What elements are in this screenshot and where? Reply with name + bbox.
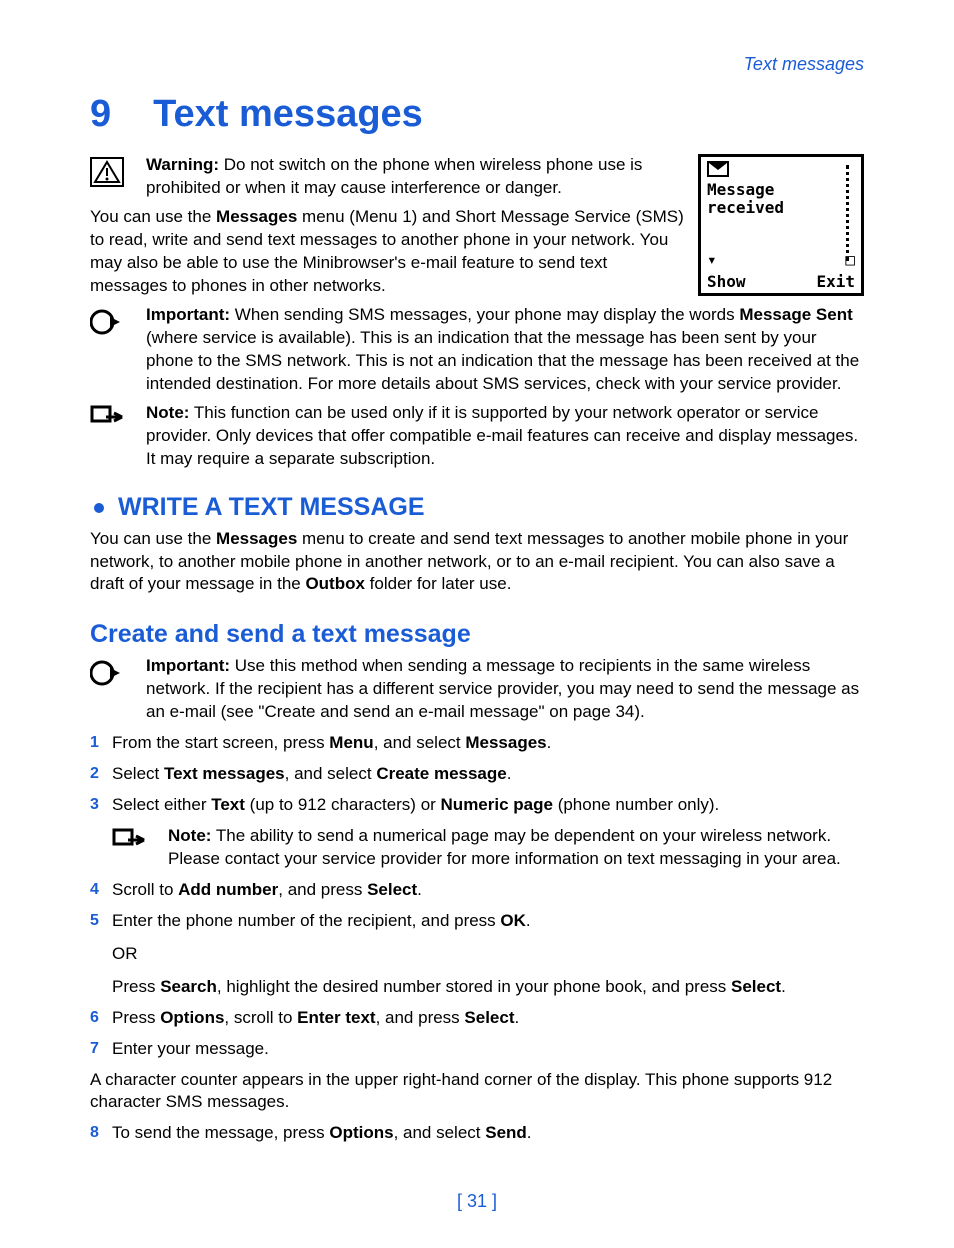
write-intro: You can use the Messages menu to create … <box>90 528 864 597</box>
phone-msg-line2: received <box>707 199 855 217</box>
softkey-left: Show <box>707 272 746 291</box>
note-label: Note: <box>146 403 189 422</box>
step-4: 4 Scroll to Add number, and press Select… <box>90 879 864 902</box>
note-paragraph-1: Note: This function can be used only if … <box>146 402 864 471</box>
important-paragraph-2: Important: Use this method when sending … <box>146 655 864 724</box>
step-8: 8 To send the message, press Options, an… <box>90 1122 864 1145</box>
step-5: 5 Enter the phone number of the recipien… <box>90 910 864 999</box>
note-icon <box>90 402 146 431</box>
note-label: Note: <box>168 826 211 845</box>
warning-icon <box>90 154 146 187</box>
step-2: 2 Select Text messages, and select Creat… <box>90 763 864 786</box>
chapter-title: 9 Text messages <box>90 93 864 136</box>
step-5-alt: Press Search, highlight the desired numb… <box>112 976 864 999</box>
softkey-right: Exit <box>816 272 855 291</box>
battery-icon: □ <box>845 250 855 269</box>
step-5-or: OR <box>112 943 864 966</box>
warning-label: Warning: <box>146 155 219 174</box>
phone-display-illustration: Message received ▾ □ Show Exit <box>698 154 864 296</box>
subsection-create-heading: Create and send a text message <box>90 620 864 649</box>
chapter-title-text: Text messages <box>153 93 423 135</box>
important-label: Important: <box>146 305 230 324</box>
counter-paragraph: A character counter appears in the upper… <box>90 1069 864 1115</box>
step-1: 1 From the start screen, press Menu, and… <box>90 732 864 755</box>
note-icon <box>112 825 168 854</box>
important-paragraph-1: Important: When sending SMS messages, yo… <box>146 304 864 396</box>
step-6: 6 Press Options, scroll to Enter text, a… <box>90 1007 864 1030</box>
important-label: Important: <box>146 656 230 675</box>
page-number: [ 31 ] <box>0 1191 954 1212</box>
important-icon <box>90 655 146 688</box>
envelope-icon <box>707 161 729 177</box>
step-3: 3 Select either Text (up to 912 characte… <box>90 794 864 817</box>
warning-paragraph: Warning: Do not switch on the phone when… <box>146 154 684 200</box>
running-header: Text messages <box>90 54 864 75</box>
section-write-heading: WRITE A TEXT MESSAGE <box>90 493 864 522</box>
important-icon <box>90 304 146 337</box>
step-7: 7 Enter your message. <box>90 1038 864 1061</box>
chapter-number: 9 <box>90 93 111 135</box>
phone-msg-line1: Message <box>707 181 855 199</box>
note-paragraph-2: Note: The ability to send a numerical pa… <box>168 825 864 871</box>
phone-scroll-indicator <box>846 165 857 261</box>
signal-icon: ▾ <box>707 250 717 269</box>
